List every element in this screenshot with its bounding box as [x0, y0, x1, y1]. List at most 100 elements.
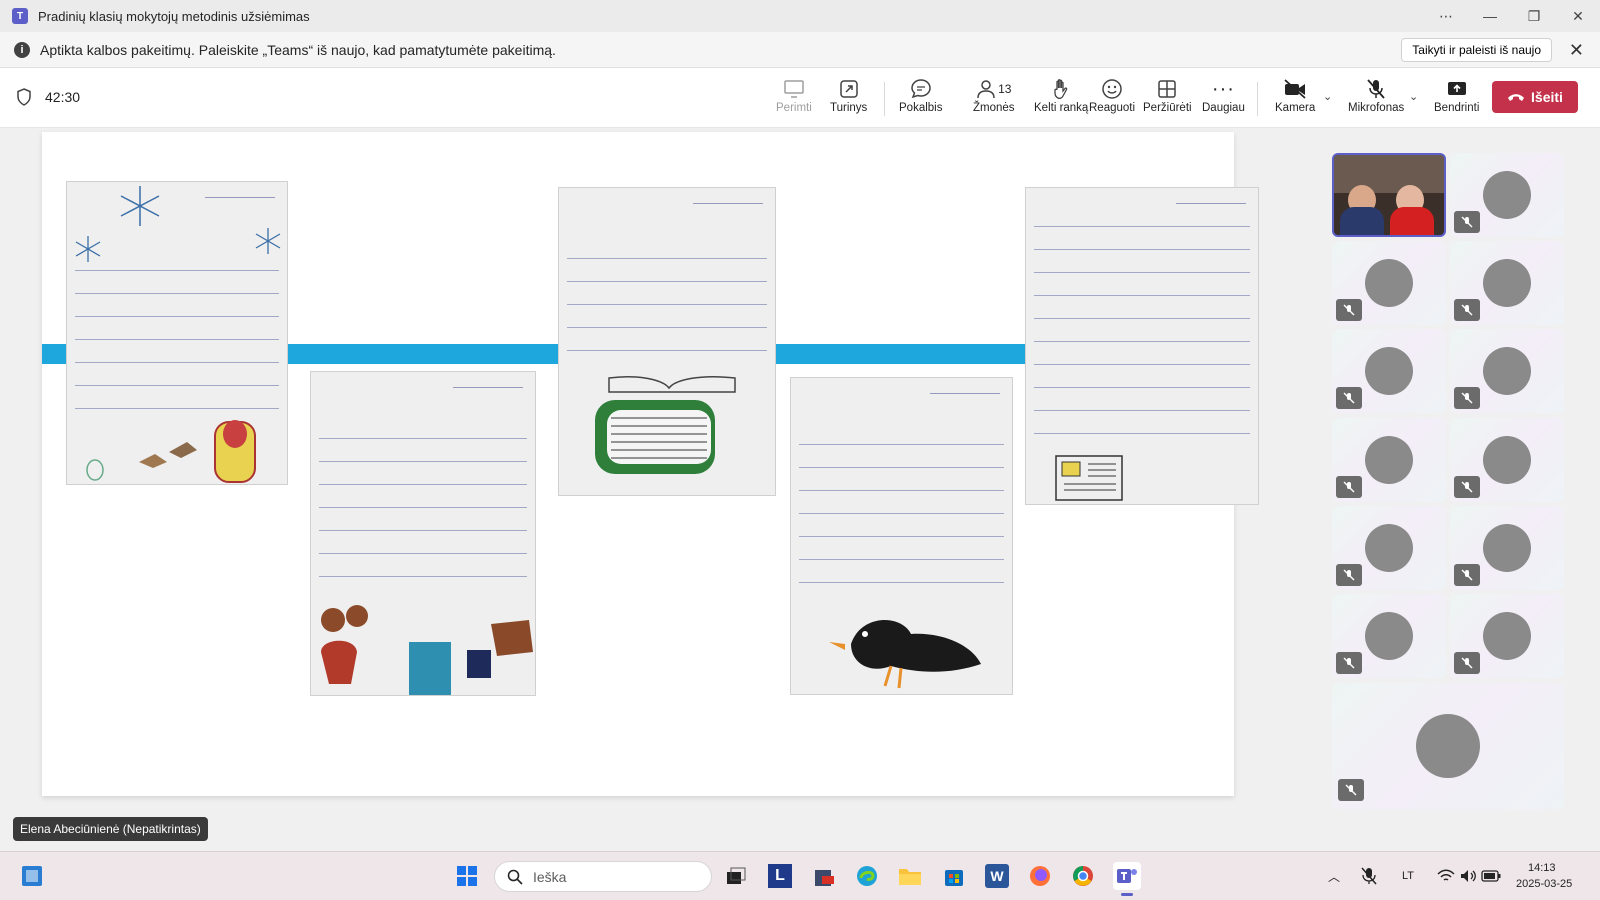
react-button[interactable]: Reaguoti	[1089, 76, 1135, 124]
search-placeholder: Ieška	[533, 868, 567, 885]
avatar	[1483, 612, 1531, 660]
mic-button[interactable]: Mikrofonas	[1348, 76, 1404, 124]
meeting-toolbar: 42:30 Perimti Turinys Pokalbis 13 Žmonės…	[0, 68, 1600, 128]
presenter-name-label: Elena Abeciūnienė (Nepatikrintas)	[13, 817, 208, 841]
share-icon	[1447, 82, 1466, 95]
word-icon[interactable]: W	[983, 862, 1011, 890]
info-icon: i	[14, 41, 30, 58]
takeover-icon	[784, 80, 804, 98]
mic-options-chevron-icon[interactable]: ⌄	[1409, 90, 1418, 103]
toolbar-divider	[1257, 82, 1258, 116]
book-drawing	[595, 375, 736, 474]
snowflake-drawing	[255, 228, 281, 254]
show-hidden-icons-chevron-icon[interactable]: ︿	[1320, 862, 1348, 890]
title-bar: T Pradinių klasių mokytojų metodinis užs…	[0, 0, 1600, 32]
participant-tile[interactable]	[1332, 418, 1446, 502]
participant-tile[interactable]	[1332, 506, 1446, 590]
teams-taskbar-icon[interactable]	[1113, 862, 1141, 896]
apply-restart-button[interactable]: Taikyti ir paleisti iš naujo	[1401, 38, 1552, 62]
clock-time[interactable]: 14:13	[1528, 862, 1556, 874]
leave-label: Išeiti	[1531, 89, 1563, 105]
participant-tile[interactable]	[1332, 683, 1564, 809]
avatar	[1483, 347, 1531, 395]
teams-app-icon: T	[12, 8, 28, 24]
muted-mic-icon	[1454, 387, 1480, 409]
avatar	[1365, 436, 1413, 484]
muted-mic-icon	[1336, 652, 1362, 674]
language-change-notice: i Aptikta kalbos pakeitimų. Paleiskite „…	[0, 32, 1600, 68]
camera-options-chevron-icon[interactable]: ⌄	[1323, 90, 1332, 103]
microsoft-store-icon[interactable]	[940, 862, 968, 890]
firefox-icon[interactable]	[1026, 862, 1054, 890]
share-button[interactable]: Bendrinti	[1434, 76, 1479, 124]
task-view-icon[interactable]	[722, 862, 750, 890]
close-notice-icon[interactable]: ✕	[1569, 40, 1584, 61]
letter-image	[790, 377, 1013, 695]
participant-video-tile[interactable]	[1332, 153, 1446, 237]
more-button[interactable]: ··· Daugiau	[1202, 76, 1245, 124]
app-l-icon[interactable]: L	[766, 862, 794, 890]
content-button[interactable]: Turinys	[830, 76, 867, 124]
takeover-button[interactable]: Perimti	[776, 76, 812, 124]
raise-hand-button[interactable]: Kelti ranką	[1034, 76, 1088, 124]
participant-tile[interactable]	[1450, 329, 1564, 413]
participant-gallery	[1320, 129, 1600, 851]
people-label: Žmonės	[973, 102, 1015, 114]
muted-mic-icon	[1454, 652, 1480, 674]
raise-hand-label: Kelti ranką	[1034, 102, 1089, 114]
clock-date[interactable]: 2025-03-25	[1516, 878, 1572, 890]
letter-image	[310, 371, 536, 696]
keyboard-language[interactable]: LT	[1402, 870, 1414, 882]
react-label: Reaguoti	[1089, 102, 1136, 114]
share-content-icon	[839, 80, 858, 98]
taskbar-search-box[interactable]: Ieška	[494, 861, 712, 892]
hand-icon	[1054, 79, 1068, 100]
notice-message: Aptikta kalbos pakeitimų. Paleiskite „Te…	[40, 41, 556, 58]
camera-label: Kamera	[1275, 102, 1316, 114]
edge-browser-icon[interactable]	[853, 862, 881, 890]
desktop-widget-icon[interactable]	[18, 862, 46, 890]
minimize-button[interactable]: —	[1468, 0, 1512, 32]
muted-mic-icon	[1336, 476, 1362, 498]
leave-button[interactable]: Išeiti	[1492, 81, 1578, 113]
people-button[interactable]: 13 Žmonės	[973, 76, 1015, 124]
avatar	[1483, 259, 1531, 307]
participant-tile[interactable]	[1332, 241, 1446, 325]
view-button[interactable]: Peržiūrėti	[1143, 76, 1192, 124]
avatar	[1483, 524, 1531, 572]
people-icon	[977, 80, 995, 99]
participant-tile[interactable]	[1332, 594, 1446, 678]
emoji-icon	[1102, 79, 1122, 99]
search-icon	[507, 869, 523, 885]
participant-tile[interactable]	[1450, 418, 1564, 502]
view-label: Peržiūrėti	[1143, 102, 1192, 114]
avatar	[1365, 347, 1413, 395]
muted-mic-icon	[1454, 564, 1480, 586]
muted-mic-icon	[1336, 564, 1362, 586]
chat-button[interactable]: Pokalbis	[899, 76, 942, 124]
participant-tile[interactable]	[1450, 241, 1564, 325]
participant-tile[interactable]	[1450, 506, 1564, 590]
more-label: Daugiau	[1202, 102, 1245, 114]
avatar	[1365, 612, 1413, 660]
close-window-button[interactable]: ✕	[1556, 0, 1600, 32]
mic-label: Mikrofonas	[1348, 102, 1405, 114]
people-count: 13	[998, 82, 1012, 96]
camera-button[interactable]: Kamera	[1275, 76, 1315, 124]
battery-icon[interactable]	[1477, 862, 1505, 890]
participant-tile[interactable]	[1450, 153, 1564, 237]
muted-mic-icon	[1454, 476, 1480, 498]
book-drawing	[1055, 455, 1123, 501]
pdf-app-icon[interactable]	[810, 862, 838, 890]
participant-tile[interactable]	[1332, 329, 1446, 413]
start-menu-icon[interactable]	[453, 862, 481, 890]
tray-mic-muted-icon[interactable]	[1355, 862, 1383, 890]
file-explorer-icon[interactable]	[896, 862, 924, 890]
grid-view-icon	[1158, 80, 1177, 98]
restore-button[interactable]: ❐	[1512, 0, 1556, 32]
more-options-icon[interactable]: ⋯	[1424, 0, 1468, 32]
participant-tile[interactable]	[1450, 594, 1564, 678]
chrome-icon[interactable]	[1069, 862, 1097, 890]
hang-up-icon	[1508, 94, 1525, 101]
letter-image	[558, 187, 776, 496]
